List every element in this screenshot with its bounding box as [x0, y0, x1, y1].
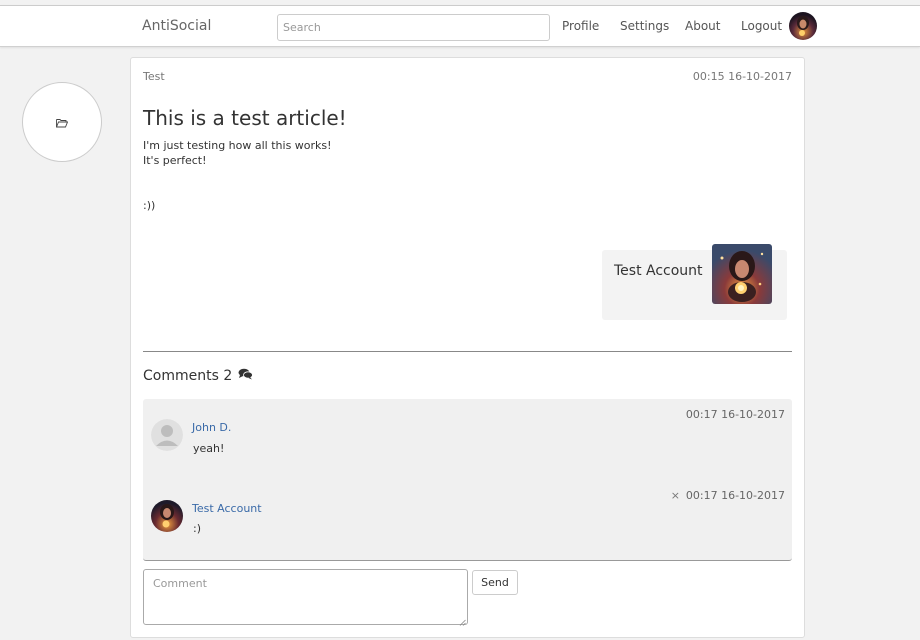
comment-textarea[interactable]: Comment: [143, 569, 468, 626]
side-folder-button[interactable]: [22, 82, 102, 162]
brand-logo[interactable]: AntiSocial: [142, 18, 211, 34]
post-body-line: It's perfect!: [143, 154, 207, 167]
divider: [143, 351, 792, 352]
comment-date: 00:17 16-10-2017: [685, 408, 785, 421]
nav-logout-link[interactable]: Logout: [741, 19, 782, 33]
post-category[interactable]: Test: [143, 70, 165, 83]
default-user-icon[interactable]: [151, 419, 183, 451]
comment-author[interactable]: John D.: [192, 421, 231, 434]
comments-list: John D. yeah! 00:17 16-10-2017 Test Acco…: [143, 399, 792, 561]
user-avatar[interactable]: [789, 12, 817, 40]
nav-settings-link[interactable]: Settings: [620, 19, 669, 33]
post-card: Test 00:15 16-10-2017 This is a test art…: [130, 57, 805, 638]
comments-heading-label: Comments 2: [143, 368, 233, 384]
send-comment-button[interactable]: Send: [472, 570, 518, 595]
post-author-box[interactable]: Test Account: [602, 244, 787, 320]
post-body-line: I'm just testing how all this works!: [143, 139, 332, 152]
comment-text: :): [193, 522, 201, 535]
folder-open-icon: [56, 113, 69, 132]
top-navbar: AntiSocial Search Profile Settings About…: [0, 5, 920, 47]
post-author-avatar[interactable]: [712, 244, 772, 304]
comment-item: Test Account :) × 00:17 16-10-2017: [143, 480, 792, 550]
post-body-line: [143, 168, 332, 183]
comments-heading: Comments 2: [143, 368, 254, 384]
comment-text: yeah!: [193, 442, 225, 455]
post-body-line: [143, 183, 332, 198]
resize-grip-icon[interactable]: [459, 616, 466, 626]
comment-item: John D. yeah! 00:17 16-10-2017: [143, 399, 792, 469]
post-body: I'm just testing how all this works! It'…: [143, 138, 332, 213]
comment-date: 00:17 16-10-2017: [685, 489, 785, 502]
search-input[interactable]: Search: [277, 14, 550, 41]
post-author-name[interactable]: Test Account: [614, 263, 703, 279]
comment-author[interactable]: Test Account: [192, 502, 262, 515]
nav-profile-link[interactable]: Profile: [562, 19, 599, 33]
post-body-line: :)): [143, 199, 156, 212]
post-date: 00:15 16-10-2017: [692, 70, 792, 83]
post-title: This is a test article!: [143, 106, 347, 130]
comment-placeholder: Comment: [153, 577, 207, 590]
comment-avatar[interactable]: [151, 500, 183, 532]
nav-about-link[interactable]: About: [685, 19, 720, 33]
comments-icon: [238, 368, 254, 384]
delete-comment-button[interactable]: ×: [671, 489, 680, 502]
